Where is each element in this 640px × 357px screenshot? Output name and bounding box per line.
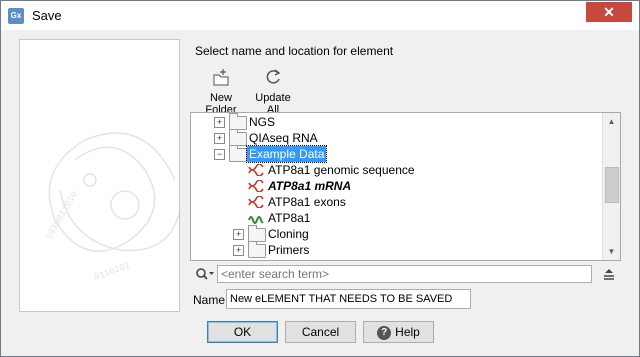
tree-item-label: NGS [249, 115, 276, 129]
expand-icon[interactable]: + [233, 245, 244, 256]
tree-item-label-selected: Example Data [245, 145, 328, 163]
refresh-icon [266, 69, 281, 84]
search-input[interactable] [217, 265, 592, 283]
section-label: Select name and location for element [195, 44, 394, 58]
name-input[interactable]: New eLEMENT THAT NEEDS TO BE SAVED [226, 289, 471, 309]
title-bar: Gx Save ✕ [1, 1, 639, 30]
scroll-up-arrow-icon[interactable]: ▲ [603, 113, 620, 130]
tree-scrollbar[interactable]: ▲ ▼ [602, 113, 620, 260]
folder-icon [248, 241, 266, 258]
open-folder-icon [229, 145, 247, 162]
folder-icon [248, 225, 266, 242]
decorative-side-panel: 1010011010 0110101 [19, 39, 180, 312]
search-row [190, 263, 619, 285]
scroll-down-arrow-icon[interactable]: ▼ [603, 243, 620, 260]
folder-tree[interactable]: + NGS + QIAseq RNA − Example Data ATP8a1… [190, 112, 621, 261]
tree-item-label: ATP8a1 exons [268, 195, 346, 209]
name-label: Name: [193, 293, 229, 307]
location-panel: Select name and location for element New… [183, 39, 626, 310]
protein-sequence-icon [248, 216, 264, 224]
cancel-button[interactable]: Cancel [285, 321, 356, 343]
tree-item-label: QIAseq RNA [249, 131, 318, 145]
ok-button[interactable]: OK [207, 321, 278, 343]
tree-item-label: ATP8a1 mRNA [268, 179, 352, 193]
close-button[interactable]: ✕ [586, 2, 632, 22]
app-icon: Gx [8, 8, 24, 24]
expand-icon[interactable]: + [214, 133, 225, 144]
expand-icon[interactable]: + [214, 117, 225, 128]
dna-spiral-watermark: 1010011010 0110101 [44, 132, 179, 283]
tree-item-label: Primers [268, 243, 310, 257]
tree-item-label: Cloning [268, 227, 309, 241]
new-folder-button[interactable]: New Folder [196, 68, 246, 116]
help-button[interactable]: ? Help [363, 321, 434, 343]
tree-item-label: ATP8a1 genomic sequence [268, 163, 415, 177]
tree-item-label: ATP8a1 [268, 211, 311, 225]
expand-icon[interactable]: + [233, 229, 244, 240]
save-dialog: Gx Save ✕ 1010011010 0110101 Select name… [0, 0, 640, 357]
new-folder-icon [213, 69, 229, 86]
search-options-icon[interactable] [602, 267, 616, 281]
dna-sequence-icon [248, 180, 264, 192]
svg-text:0110101: 0110101 [93, 260, 132, 282]
search-icon[interactable] [195, 267, 215, 281]
help-icon: ? [377, 325, 392, 340]
dna-sequence-icon [248, 164, 264, 176]
folder-icon [229, 113, 247, 130]
dna-sequence-icon [248, 196, 264, 208]
update-all-button[interactable]: Update All [250, 68, 296, 116]
help-label: Help [395, 325, 420, 339]
folder-icon [229, 129, 247, 146]
scroll-thumb[interactable] [605, 167, 619, 203]
window-title: Save [32, 8, 62, 23]
collapse-icon[interactable]: − [214, 149, 225, 160]
